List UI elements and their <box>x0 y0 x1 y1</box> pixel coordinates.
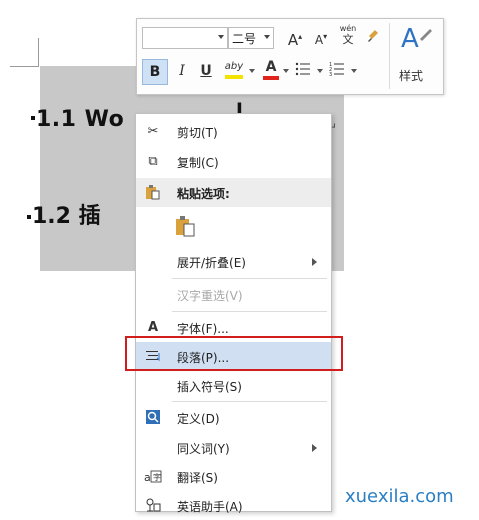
underline-button[interactable]: U <box>197 61 215 81</box>
define-icon <box>144 409 162 427</box>
heading-1-2[interactable]: 1.2 插 <box>32 198 101 230</box>
menu-item-label: 插入符号(S) <box>177 380 242 394</box>
chevron-down-icon[interactable] <box>249 69 255 73</box>
menu-item-translate[interactable]: a字 翻译(S) <box>136 462 331 491</box>
font-size-combo[interactable]: 二号 <box>228 27 274 49</box>
menu-item-copy[interactable]: ⧉ 复制(C) <box>136 147 331 176</box>
svg-text:A: A <box>401 24 419 53</box>
page-corner-mark <box>10 66 38 67</box>
highlight-color-bar <box>225 75 243 79</box>
annotation-highlight-box <box>125 336 343 371</box>
menu-item-english-assistant[interactable]: 英语助手(A) <box>136 491 331 520</box>
menu-item-label: 汉字重选(V) <box>177 289 243 303</box>
menu-item-define[interactable]: 定义(D) <box>136 403 331 432</box>
page-corner-mark <box>38 38 39 67</box>
font-icon: A <box>147 320 159 335</box>
menu-item-expand-collapse[interactable]: 展开/折叠(E) <box>136 247 331 276</box>
chevron-right-icon <box>312 444 317 452</box>
svg-text:字: 字 <box>153 472 161 482</box>
chevron-down-icon <box>218 35 224 39</box>
bullets-button[interactable] <box>293 61 313 83</box>
shrink-font-button[interactable]: A▾ <box>311 27 331 50</box>
font-name-combo[interactable] <box>142 27 228 49</box>
svg-text:3: 3 <box>329 72 332 77</box>
phonetic-guide-char: 文 <box>342 33 354 46</box>
heading-bullet <box>31 116 35 120</box>
chevron-down-icon <box>264 35 270 39</box>
copy-icon: ⧉ <box>148 154 158 169</box>
svg-text:a: a <box>144 471 151 484</box>
paste-icon <box>144 184 162 202</box>
numbered-list-icon: 123 <box>329 62 344 78</box>
mini-toolbar: 二号 A▴ A▾ wén 文 A 样式 B I U aby A 123 <box>136 18 444 95</box>
styles-icon: A <box>401 24 432 54</box>
font-color-bar <box>263 76 279 80</box>
phonetic-guide-button[interactable]: wén 文 <box>337 23 359 45</box>
menu-item-label: 翻译(S) <box>177 471 218 485</box>
chevron-down-icon[interactable] <box>317 69 323 73</box>
menu-item-label: 字体(F)... <box>177 322 229 336</box>
font-color-button[interactable]: A <box>261 57 281 80</box>
menu-item-paste-keep-text[interactable] <box>136 209 331 241</box>
heading-1-1[interactable]: 1.1 Wol 绘制表格 <box>36 99 256 238</box>
menu-separator <box>172 278 327 279</box>
chevron-right-icon <box>312 258 317 266</box>
heading-bullet <box>27 215 31 219</box>
numbering-button[interactable]: 123 <box>327 61 347 83</box>
grow-font-button[interactable]: A▴ <box>285 27 305 51</box>
menu-item-label: 定义(D) <box>177 412 220 426</box>
menu-item-label: 同义词(Y) <box>177 442 230 456</box>
heading-1-1-text: 1.1 Wo <box>36 107 125 132</box>
menu-item-reconvert: 汉字重选(V) <box>136 280 331 309</box>
italic-button[interactable]: I <box>173 61 191 81</box>
menu-separator <box>172 311 327 312</box>
shrink-font-icon: A▾ <box>314 32 328 47</box>
scissors-icon: ✂ <box>147 124 159 139</box>
menu-item-label: 英语助手(A) <box>177 500 243 514</box>
menu-item-insert-symbol[interactable]: 插入符号(S) <box>136 371 331 400</box>
menu-item-label: 复制(C) <box>177 156 219 170</box>
font-size-value: 二号 <box>232 32 257 46</box>
styles-button[interactable]: A <box>395 23 435 59</box>
highlight-icon: aby <box>224 61 244 72</box>
format-painter-icon <box>368 30 378 42</box>
menu-item-label: 粘贴选项: <box>177 187 230 201</box>
chevron-down-icon[interactable] <box>351 69 357 73</box>
menu-item-label: 剪切(T) <box>177 126 218 140</box>
menu-section-paste-options: 粘贴选项: <box>136 178 331 207</box>
grow-font-icon: A▴ <box>287 31 303 49</box>
toolbar-divider <box>389 23 390 89</box>
menu-item-cut[interactable]: ✂ 剪切(T) <box>136 117 331 146</box>
context-menu: ✂ 剪切(T) ⧉ 复制(C) 粘贴选项: 展开/折叠(E) 汉字重选(V) A… <box>135 113 332 514</box>
english-assistant-icon <box>144 497 162 515</box>
format-painter-button[interactable] <box>365 27 383 49</box>
chevron-down-icon[interactable] <box>283 69 289 73</box>
menu-item-label: 展开/折叠(E) <box>177 256 246 270</box>
watermark: xuexila.com <box>345 486 454 507</box>
menu-item-synonyms[interactable]: 同义词(Y) <box>136 433 331 462</box>
translate-icon: a字 <box>144 468 162 486</box>
highlight-button[interactable]: aby <box>221 57 247 79</box>
font-color-icon: A <box>265 59 277 75</box>
styles-label: 样式 <box>399 69 424 83</box>
bullet-list-icon <box>295 62 310 76</box>
bold-button[interactable]: B <box>142 59 168 85</box>
paste-keep-text-icon <box>174 215 196 237</box>
menu-separator <box>172 401 327 402</box>
